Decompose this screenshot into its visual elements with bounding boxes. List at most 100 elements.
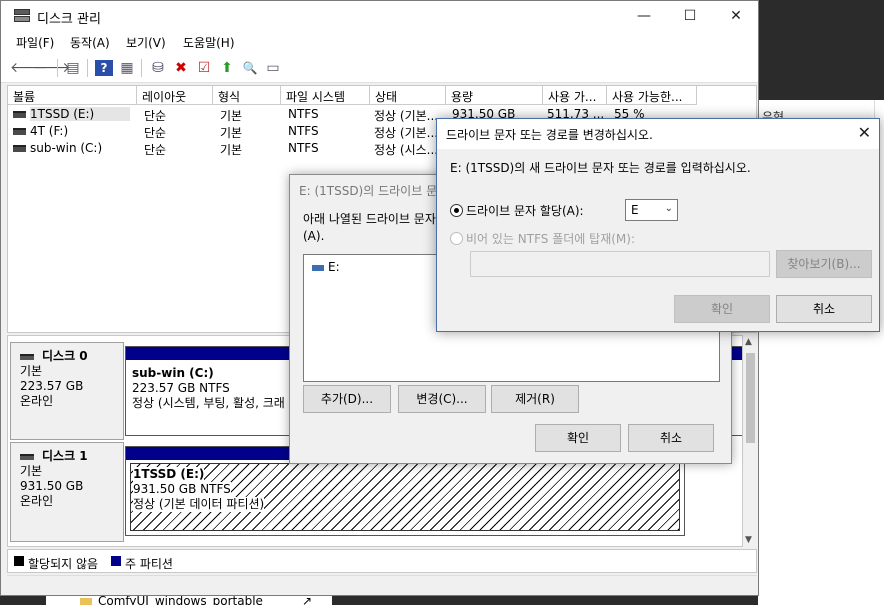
- toolbar-separator: [57, 59, 58, 77]
- toolbar: 🡐 🡒 ▤ ? ▦ ⛁ ✖ ☑ ⬆ 🔍 ▭: [1, 53, 758, 83]
- background-folder-name[interactable]: ComfyUI_windows_portable: [98, 596, 263, 605]
- description-line: 아래 나열된 드라이브 문자: [303, 212, 436, 226]
- cell-type: 기본: [220, 143, 243, 157]
- close-button[interactable]: ✕: [721, 5, 751, 27]
- status-bar: [7, 575, 757, 593]
- menu-action[interactable]: 동작(A): [70, 34, 110, 51]
- column-file-system[interactable]: 파일 시스템: [281, 86, 370, 105]
- menu-view[interactable]: 보기(V): [126, 34, 166, 51]
- forward-icon[interactable]: 🡒: [33, 60, 71, 76]
- folder-icon: [80, 598, 92, 605]
- assign-letter-radio[interactable]: [450, 204, 463, 217]
- legend-swatch-primary: [111, 556, 121, 566]
- assign-letter-label[interactable]: 드라이브 문자 할당(A):: [466, 202, 584, 219]
- cell-status: 정상 (기본...: [374, 109, 439, 123]
- shortcut-arrow-icon: ↗: [302, 596, 313, 605]
- legend: 할당되지 않음 주 파티션: [7, 549, 757, 573]
- settings-icon[interactable]: ▭: [264, 60, 282, 76]
- dialog-title-bar[interactable]: 드라이브 문자 또는 경로를 변경하십시오. ✕: [437, 119, 879, 149]
- scroll-up-icon[interactable]: ▲: [745, 337, 752, 347]
- column-layout[interactable]: 레이아웃: [137, 86, 213, 105]
- menu-bar: 파일(F) 동작(A) 보기(V) 도움말(H): [1, 31, 758, 53]
- disk-size: 223.57 GB: [20, 379, 84, 393]
- disk-size: 931.50 GB: [20, 479, 84, 493]
- partition-info: 931.50 GB NTFS: [133, 482, 231, 497]
- ok-button[interactable]: 확인: [535, 424, 621, 452]
- cell-status: 정상 (기본...: [374, 126, 439, 140]
- scroll-down-icon[interactable]: ▼: [745, 535, 752, 545]
- remove-button[interactable]: 제거(R): [491, 385, 579, 413]
- disk-management-icon: [14, 9, 30, 23]
- drive-icon: [13, 128, 26, 135]
- disk-0-label[interactable]: 디스크 0 기본 223.57 GB 온라인: [10, 342, 124, 440]
- disk-type: 기본: [20, 464, 43, 478]
- column-capacity[interactable]: 용량: [446, 86, 543, 105]
- legend-primary: 주 파티션: [125, 557, 173, 571]
- cell-layout: 단순: [144, 143, 167, 157]
- dialog-title: E: (1TSSD)의 드라이브 문: [299, 184, 438, 198]
- dialog-description: 아래 나열된 드라이브 문자 (A).: [303, 211, 436, 245]
- description-line: (A).: [303, 229, 325, 243]
- maximize-button[interactable]: ☐: [675, 5, 705, 27]
- column-free-space[interactable]: 사용 가...: [543, 86, 607, 105]
- scroll-thumb[interactable]: [746, 353, 755, 443]
- browse-button[interactable]: 찾아보기(B)...: [776, 250, 872, 278]
- list-item-label: E:: [328, 260, 340, 274]
- disk-name: 디스크 1: [42, 449, 88, 463]
- cell-type: 기본: [220, 109, 243, 123]
- column-percent-free[interactable]: 사용 가능한...: [607, 86, 697, 105]
- up-icon[interactable]: ⬆: [218, 60, 236, 76]
- cell-file-system: NTFS: [288, 107, 319, 121]
- column-volume[interactable]: 볼륨: [8, 86, 137, 105]
- ok-button[interactable]: 확인: [674, 295, 770, 323]
- cell-file-system: NTFS: [288, 124, 319, 138]
- disk-status: 온라인: [20, 394, 54, 408]
- change-drive-letter-dialog: 드라이브 문자 또는 경로를 변경하십시오. ✕ E: (1TSSD)의 새 드…: [436, 118, 880, 332]
- mount-folder-label[interactable]: 비어 있는 NTFS 폴더에 탑재(M):: [466, 230, 635, 247]
- connect-disk-icon[interactable]: ⛁: [149, 60, 167, 76]
- cell-type: 기본: [220, 126, 243, 140]
- title-bar[interactable]: 디스크 관리 — ☐ ✕: [1, 1, 758, 31]
- menu-help[interactable]: 도움말(H): [183, 34, 235, 51]
- disk-icon: [20, 453, 34, 460]
- cancel-button[interactable]: 취소: [776, 295, 872, 323]
- change-button[interactable]: 변경(C)...: [398, 385, 486, 413]
- view-icon[interactable]: ▦: [118, 60, 136, 76]
- menu-file[interactable]: 파일(F): [16, 34, 54, 51]
- checklist-icon[interactable]: ☑: [195, 60, 213, 76]
- column-status[interactable]: 상태: [370, 86, 446, 105]
- disk-view-scrollbar[interactable]: ▲ ▼: [743, 335, 757, 547]
- back-icon[interactable]: 🡐: [10, 60, 48, 76]
- disk-type: 기본: [20, 364, 43, 378]
- disk-1-label[interactable]: 디스크 1 기본 931.50 GB 온라인: [10, 442, 124, 542]
- add-button[interactable]: 추가(D)...: [303, 385, 391, 413]
- cell-volume: 4T (F:): [30, 124, 69, 138]
- cell-volume: sub-win (C:): [30, 141, 103, 155]
- partition-state: 정상 (기본 데이터 파티션): [133, 497, 265, 512]
- help-icon[interactable]: ?: [95, 60, 113, 76]
- minimize-button[interactable]: —: [629, 5, 659, 27]
- column-type[interactable]: 형식: [213, 86, 281, 105]
- drive-letter-select[interactable]: E ⌄: [625, 199, 678, 221]
- legend-swatch-unallocated: [14, 556, 24, 566]
- toolbar-separator: [141, 59, 142, 77]
- chevron-down-icon: ⌄: [664, 203, 673, 214]
- mount-folder-radio[interactable]: [450, 232, 463, 245]
- drive-icon: [312, 264, 324, 271]
- cancel-button[interactable]: 취소: [628, 424, 714, 452]
- list-item[interactable]: E:: [312, 260, 340, 274]
- properties-icon[interactable]: ▤: [64, 60, 82, 76]
- window-title: 디스크 관리: [37, 12, 101, 27]
- search-icon[interactable]: 🔍: [241, 60, 259, 76]
- folder-path-input[interactable]: [470, 251, 770, 277]
- partition-label: 1TSSD (E:): [133, 467, 205, 482]
- drive-icon: [13, 111, 26, 118]
- cell-layout: 단순: [144, 126, 167, 140]
- drive-letter-value: E: [631, 203, 639, 217]
- disk-status: 온라인: [20, 494, 54, 508]
- cell-volume: 1TSSD (E:): [30, 107, 130, 121]
- close-icon[interactable]: ✕: [858, 123, 871, 142]
- delete-icon[interactable]: ✖: [172, 60, 190, 76]
- background-explorer-fragment: ComfyUI_windows_portable ↗: [46, 596, 332, 605]
- cell-layout: 단순: [144, 109, 167, 123]
